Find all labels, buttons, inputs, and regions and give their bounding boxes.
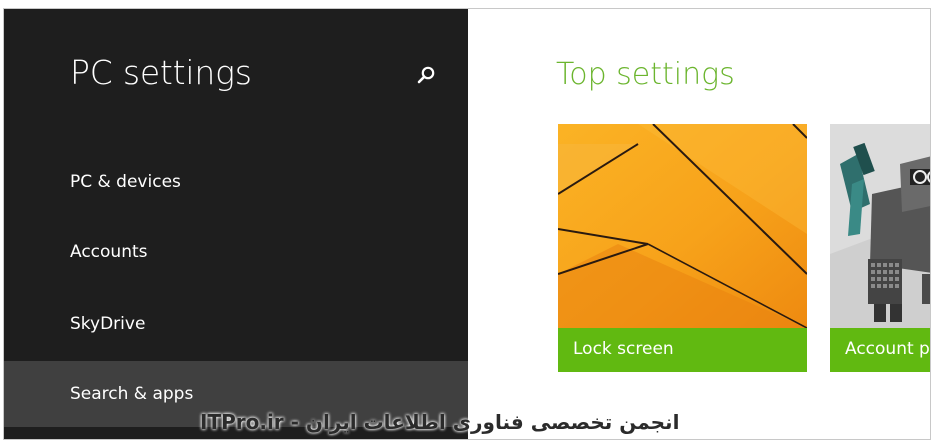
main-content: Top settings Lock screen Account p xyxy=(468,9,930,439)
tile-label-bar: Lock screen xyxy=(558,328,807,372)
page-title: PC settings xyxy=(70,53,252,92)
account-picture-image xyxy=(830,124,930,328)
tile-account-picture[interactable]: Account p xyxy=(830,124,930,372)
tile-lock-screen[interactable]: Lock screen xyxy=(558,124,807,372)
sidebar-item-label: PC & devices xyxy=(70,172,181,192)
search-icon xyxy=(417,66,435,84)
tile-label: Account p xyxy=(845,339,930,359)
lock-screen-image xyxy=(558,124,807,329)
tile-label: Lock screen xyxy=(573,339,674,359)
section-heading: Top settings xyxy=(556,57,735,92)
sidebar-item-pc-devices[interactable]: PC & devices xyxy=(4,149,468,215)
sidebar-item-label: SkyDrive xyxy=(70,314,146,334)
sidebar-item-skydrive[interactable]: SkyDrive xyxy=(4,291,468,357)
sidebar-item-label: Accounts xyxy=(70,242,148,262)
watermark: ITPro.ir - انجمن تخصصی فناوری اطلاعات ای… xyxy=(200,410,680,434)
tile-label-bar: Account p xyxy=(830,328,930,372)
sidebar: PC settings PC & devices Accounts SkyDri… xyxy=(4,9,468,439)
search-button[interactable] xyxy=(414,63,438,87)
sidebar-item-accounts[interactable]: Accounts xyxy=(4,219,468,285)
settings-window: PC settings PC & devices Accounts SkyDri… xyxy=(3,8,931,440)
sidebar-item-label: Search & apps xyxy=(70,384,194,404)
